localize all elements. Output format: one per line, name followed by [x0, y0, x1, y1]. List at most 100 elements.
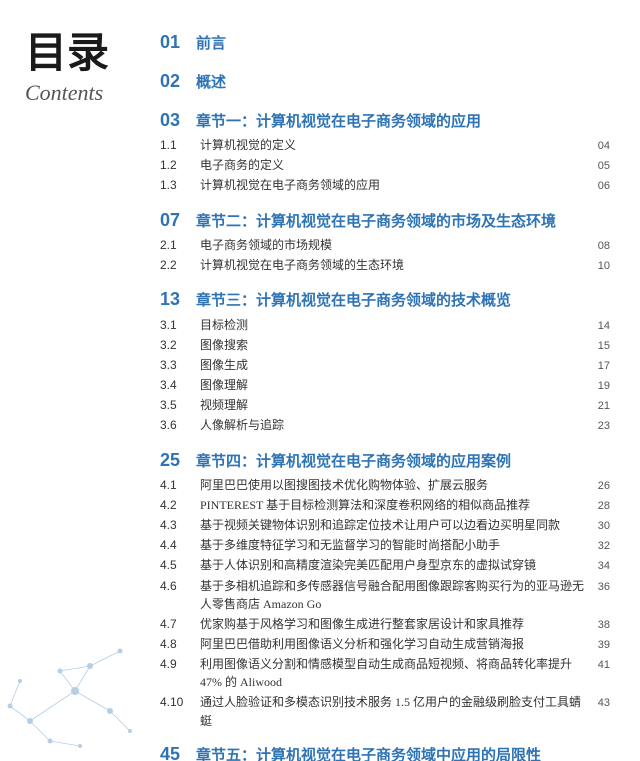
toc-chapter-number: 07 [160, 206, 188, 235]
toc-sub-page: 15 [586, 338, 610, 355]
toc-sub-row: 1.1计算机视觉的定义04 [160, 136, 610, 155]
toc-sub-page: 06 [586, 178, 610, 195]
toc-sub-number: 3.3 [160, 356, 196, 375]
toc-sub-row: 4.10通过人脸验证和多模态识别技术服务 1.5 亿用户的金融级刷脸支付工具蜻蜓… [160, 693, 610, 730]
toc-sub-row: 4.9利用图像语义分割和情感模型自动生成商品短视频、将商品转化率提升 47% 的… [160, 655, 610, 692]
toc-sub-row: 1.3计算机视觉在电子商务领域的应用06 [160, 176, 610, 195]
main-content: 01前言 02 概述 03章节一：计算机视觉在电子商务领域的应用1.1计算机视觉的定义… [150, 0, 640, 761]
toc-sub-page: 19 [586, 378, 610, 395]
toc-number: 02 [160, 67, 188, 96]
toc-sub-page: 41 [586, 657, 610, 674]
toc-sub-number: 4.5 [160, 556, 196, 575]
toc-sub-page: 32 [586, 538, 610, 555]
toc-sub-page: 21 [586, 398, 610, 415]
toc-sub-number: 4.1 [160, 476, 196, 495]
toc-sub-page: 10 [586, 258, 610, 275]
toc-sub-title: 计算机视觉在电子商务领域的生态环境 [200, 256, 586, 275]
toc-sub-title: 基于多相机追踪和多传感器信号融合配用图像跟踪客购买行为的亚马逊无人零售商店 Am… [200, 577, 586, 614]
toc-sub-number: 4.2 [160, 496, 196, 515]
toc-chapter-number: 13 [160, 285, 188, 314]
toc-row: 02 概述 [160, 67, 610, 96]
toc-sub-row: 3.3图像生成17 [160, 356, 610, 375]
toc-sub-row: 4.2PINTEREST 基于目标检测算法和深度卷积网络的相似商品推荐28 [160, 496, 610, 515]
toc-sub-title: 计算机视觉在电子商务领域的应用 [200, 176, 586, 195]
toc-title: 概述 [196, 71, 610, 95]
toc-chapter-row: 45 章节五：计算机视觉在电子商务领域中应用的局限性 [160, 740, 610, 761]
toc-sub-row: 4.4基于多维度特征学习和无监督学习的智能时尚搭配小助手32 [160, 536, 610, 555]
toc-chapter-number: 45 [160, 740, 188, 761]
toc-sub-row: 1.2电子商务的定义05 [160, 156, 610, 175]
toc-section: 02 概述 [160, 67, 610, 96]
toc-sub-page: 36 [586, 579, 610, 596]
toc-sub-title: 图像生成 [200, 356, 586, 375]
sidebar-title-en: Contents [25, 80, 103, 106]
toc-chapter-title: 章节二：计算机视觉在电子商务领域的市场及生态环境 [196, 210, 610, 234]
toc-sub-page: 23 [586, 418, 610, 435]
toc-sub-title: 电子商务的定义 [200, 156, 586, 175]
toc-sub-title: PINTEREST 基于目标检测算法和深度卷积网络的相似商品推荐 [200, 496, 586, 515]
toc-sub-row: 4.1阿里巴巴使用以图搜图技术优化购物体验、扩展云服务26 [160, 476, 610, 495]
toc-section: 13章节三：计算机视觉在电子商务领域的技术概览3.1目标检测143.2图像搜索1… [160, 285, 610, 435]
toc-sub-title: 利用图像语义分割和情感模型自动生成商品短视频、将商品转化率提升 47% 的 Al… [200, 655, 586, 692]
toc-sub-number: 3.6 [160, 416, 196, 435]
toc-sub-page: 34 [586, 558, 610, 575]
sidebar-title-zh: 目录 [25, 30, 109, 76]
toc-sub-row: 3.4图像理解19 [160, 376, 610, 395]
toc-sub-page: 14 [586, 318, 610, 335]
toc-sub-number: 4.3 [160, 516, 196, 535]
toc-sub-title: 阿里巴巴使用以图搜图技术优化购物体验、扩展云服务 [200, 476, 586, 495]
toc-sub-number: 1.3 [160, 176, 196, 195]
toc-title: 前言 [196, 32, 610, 56]
toc-row: 01前言 [160, 28, 610, 57]
toc-sub-title: 基于视频关键物体识别和追踪定位技术让用户可以边看边买明星同款 [200, 516, 586, 535]
toc-sub-title: 电子商务领域的市场规模 [200, 236, 586, 255]
toc-chapter-title: 章节四：计算机视觉在电子商务领域的应用案例 [196, 450, 610, 474]
toc-sub-row: 3.2图像搜索15 [160, 336, 610, 355]
toc-sub-title: 优家购基于风格学习和图像生成进行整套家居设计和家具推荐 [200, 615, 586, 634]
toc-sub-title: 基于多维度特征学习和无监督学习的智能时尚搭配小助手 [200, 536, 586, 555]
toc-sub-page: 43 [586, 695, 610, 712]
toc-sub-title: 图像搜索 [200, 336, 586, 355]
toc-section: 07章节二：计算机视觉在电子商务领域的市场及生态环境2.1电子商务领域的市场规模… [160, 206, 610, 276]
toc-sub-page: 26 [586, 478, 610, 495]
toc-sub-number: 3.2 [160, 336, 196, 355]
toc-sub-row: 4.8阿里巴巴借助利用图像语义分析和强化学习自动生成营销海报39 [160, 635, 610, 654]
toc-sub-page: 05 [586, 158, 610, 175]
toc-chapter-row: 25 章节四：计算机视觉在电子商务领域的应用案例 [160, 446, 610, 475]
toc-chapter-title: 章节五：计算机视觉在电子商务领域中应用的局限性 [196, 744, 610, 761]
toc-chapter-title: 章节三：计算机视觉在电子商务领域的技术概览 [196, 289, 610, 313]
toc-sub-number: 4.6 [160, 577, 196, 596]
toc-sub-title: 基于人体识别和高精度渲染完美匹配用户身型京东的虚拟试穿镜 [200, 556, 586, 575]
toc-sub-title: 人像解析与追踪 [200, 416, 586, 435]
toc-section: 01前言 [160, 28, 610, 57]
toc-sub-title: 目标检测 [200, 316, 586, 335]
toc-sub-page: 30 [586, 518, 610, 535]
sidebar-decoration [0, 631, 150, 751]
toc-sub-page: 38 [586, 617, 610, 634]
toc-sub-number: 3.1 [160, 316, 196, 335]
toc-sub-number: 1.2 [160, 156, 196, 175]
toc-chapter-number: 25 [160, 446, 188, 475]
toc-sub-page: 04 [586, 138, 610, 155]
toc-chapter-title: 章节一：计算机视觉在电子商务领域的应用 [196, 110, 610, 134]
sidebar: 目录 Contents [0, 0, 150, 761]
toc-sub-number: 4.9 [160, 655, 196, 674]
toc-chapter-row: 13 章节三：计算机视觉在电子商务领域的技术概览 [160, 285, 610, 314]
toc-sub-number: 4.4 [160, 536, 196, 555]
toc-sub-title: 通过人脸验证和多模态识别技术服务 1.5 亿用户的金融级刷脸支付工具蜻蜓 [200, 693, 586, 730]
toc-sub-page: 39 [586, 637, 610, 654]
toc-sub-title: 计算机视觉的定义 [200, 136, 586, 155]
toc-sub-number: 2.2 [160, 256, 196, 275]
toc-chapter-row: 07 章节二：计算机视觉在电子商务领域的市场及生态环境 [160, 206, 610, 235]
toc-sub-row: 4.5基于人体识别和高精度渲染完美匹配用户身型京东的虚拟试穿镜34 [160, 556, 610, 575]
toc-sub-page: 17 [586, 358, 610, 375]
toc-sub-title: 图像理解 [200, 376, 586, 395]
toc-sub-number: 4.10 [160, 693, 196, 712]
toc-sub-number: 3.5 [160, 396, 196, 415]
toc-chapter-row: 03章节一：计算机视觉在电子商务领域的应用 [160, 106, 610, 135]
toc-sub-row: 4.6基于多相机追踪和多传感器信号融合配用图像跟踪客购买行为的亚马逊无人零售商店… [160, 577, 610, 614]
toc-sub-row: 3.5视频理解21 [160, 396, 610, 415]
toc-sub-number: 4.8 [160, 635, 196, 654]
toc-sub-row: 4.3基于视频关键物体识别和追踪定位技术让用户可以边看边买明星同款30 [160, 516, 610, 535]
toc-section: 03章节一：计算机视觉在电子商务领域的应用1.1计算机视觉的定义041.2电子商… [160, 106, 610, 196]
